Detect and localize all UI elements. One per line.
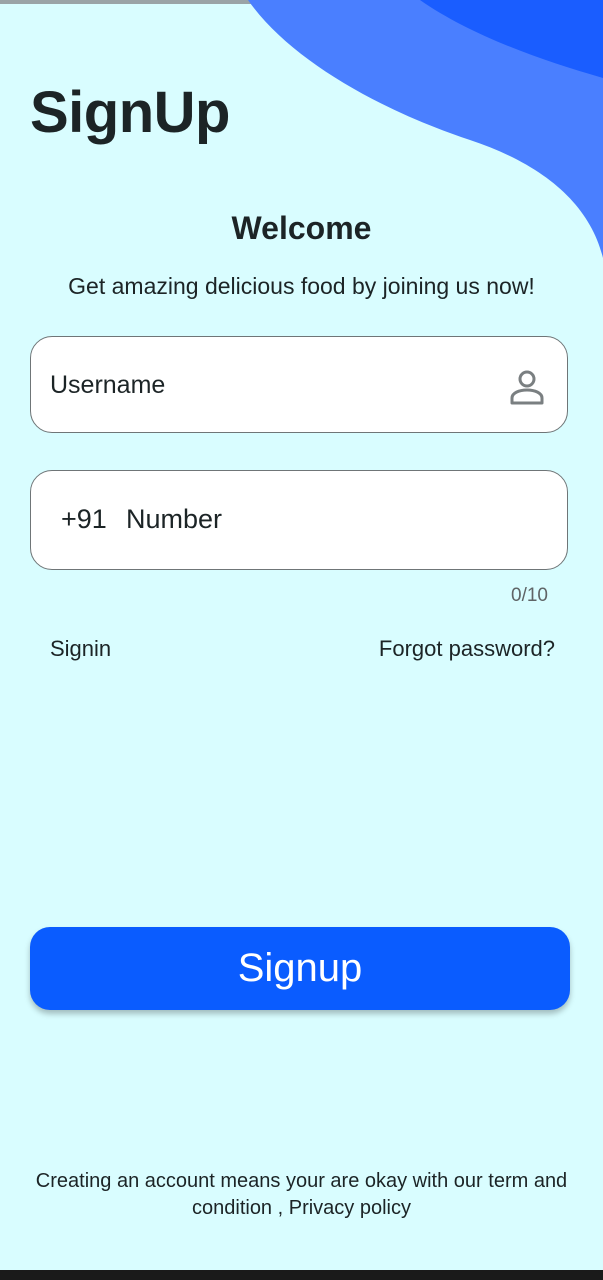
page-title: SignUp	[30, 80, 230, 145]
phone-number-field[interactable]: +91 Number	[30, 470, 568, 570]
forgot-password-link[interactable]: Forgot password?	[379, 634, 555, 664]
decorative-wave	[248, 0, 603, 258]
signup-button[interactable]: Signup	[30, 927, 570, 1010]
username-placeholder: Username	[50, 371, 166, 399]
terms-notice: Creating an account means your are okay …	[20, 1168, 583, 1222]
welcome-heading: Welcome	[231, 210, 372, 246]
signin-link[interactable]: Signin	[50, 634, 111, 664]
person-icon	[510, 370, 544, 405]
bottom-navigation-bar	[0, 1270, 603, 1280]
terms-line-1: Creating an account means your are okay …	[35, 1170, 568, 1192]
username-field[interactable]: Username	[30, 336, 568, 433]
welcome-subtitle: Get amazing delicious food by joining us…	[68, 273, 535, 299]
terms-line-2[interactable]: condition , Privacy policy	[20, 1195, 583, 1222]
country-code-prefix: +91	[61, 504, 107, 534]
character-counter: 0/10	[511, 585, 548, 606]
phone-number-placeholder: Number	[126, 504, 223, 534]
